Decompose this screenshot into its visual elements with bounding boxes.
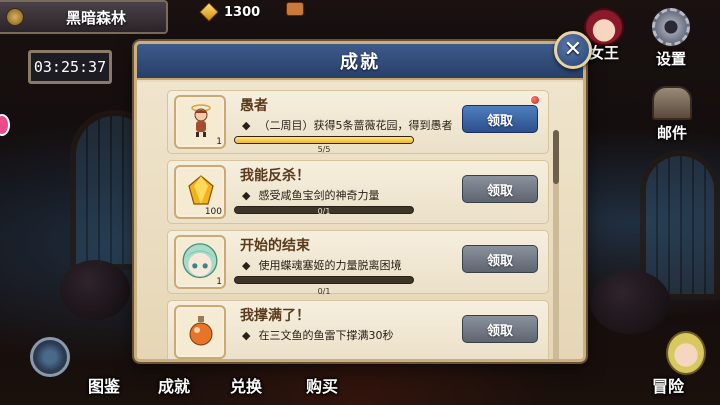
fool-character-icon xyxy=(191,104,211,137)
side-button-label: 女王 xyxy=(588,44,619,62)
gold-gem-icon xyxy=(188,175,214,205)
side-button-label: 设置 xyxy=(655,50,686,68)
achievement-title: 愚者 xyxy=(240,98,268,114)
progress-text: 0/1 xyxy=(317,287,331,296)
achievement-description-text: 感受咸鱼宝剑的神奇力量 xyxy=(258,189,380,202)
claim-button[interactable]: 领取 xyxy=(462,245,538,273)
bullet-diamond-icon: ◆ xyxy=(242,259,251,272)
side-button-mail[interactable]: 邮件 xyxy=(652,86,692,143)
nav-exchange[interactable]: 兑换 xyxy=(230,373,262,397)
close-button[interactable]: ✕ xyxy=(554,31,592,69)
location-name: 黑暗森林 xyxy=(66,8,127,27)
currency-display: 1300 xyxy=(199,0,261,24)
codex-emblem-icon xyxy=(30,337,70,377)
achievement-list[interactable]: 1 愚者 ◆（二周目）获得5条蔷薇花园，得到愚者 5/5 领取 100 我能反 xyxy=(137,82,583,359)
achievement-description-text: 在三文鱼的鱼雷下撑满30秒 xyxy=(258,329,394,342)
achievement-thumbnail: 100 xyxy=(174,165,226,219)
progress-text: 5/5 xyxy=(317,145,331,154)
reward-count: 100 xyxy=(204,207,222,217)
list-scrollbar[interactable] xyxy=(553,130,559,359)
scrollbar-thumb[interactable] xyxy=(553,130,559,184)
claim-button[interactable]: 领取 xyxy=(462,105,538,133)
nav-adventure[interactable]: 冒险 xyxy=(652,373,684,397)
achievement-thumbnail xyxy=(174,305,226,359)
claim-button[interactable]: 领取 xyxy=(462,315,538,343)
nav-codex[interactable]: 图鉴 xyxy=(88,373,120,397)
achievement-card: 100 我能反杀！ ◆ 感受咸鱼宝剑的神奇力量 0/1 领取 xyxy=(167,160,549,224)
claim-button[interactable]: 领取 xyxy=(462,175,538,203)
progress-fill xyxy=(235,137,413,143)
bottom-navigation: 图鉴 成就 兑换 购买 冒险 xyxy=(0,331,720,405)
progress-bar xyxy=(234,276,414,284)
camera-icon[interactable] xyxy=(286,2,304,16)
achievement-card: 我撑满了！ ◆ 在三文鱼的鱼雷下撑满30秒 领取 xyxy=(167,300,549,359)
achievement-thumbnail: 1 xyxy=(174,235,226,289)
nav-achievements[interactable]: 成就 xyxy=(158,373,190,397)
bullet-diamond-icon: ◆ xyxy=(242,329,251,342)
achievement-thumbnail: 1 xyxy=(174,95,226,149)
potion-bottle-icon xyxy=(189,316,213,346)
location-banner: 黑暗森林 xyxy=(0,0,168,34)
achievement-card: 1 愚者 ◆ （二周目）获得5条蔷薇花园，得到愚者 5/5 领取 xyxy=(167,90,549,154)
side-button-label: 邮件 xyxy=(656,124,687,142)
achievement-description: ◆ 感受咸鱼宝剑的神奇力量 xyxy=(242,187,379,203)
adventure-hero-icon xyxy=(666,331,706,375)
side-button-settings[interactable]: 设置 xyxy=(652,8,690,69)
gear-icon xyxy=(652,8,690,46)
achievement-title: 开始的结束 xyxy=(240,238,310,254)
close-icon: ✕ xyxy=(563,37,583,62)
countdown-timer: 03:25:37 xyxy=(28,50,112,84)
achievements-dialog: 成就 1 愚者 ◆ （二周目）获得5条蔷薇花园，得到愚者 5/5 领取 100 … xyxy=(134,41,586,362)
reward-count: 1 xyxy=(216,277,222,287)
timer-text: 03:25:37 xyxy=(33,58,107,76)
achievement-description: ◆ 在三文鱼的鱼雷下撑满30秒 xyxy=(242,327,393,343)
mailbox-icon xyxy=(652,86,692,120)
dialog-title: 成就 xyxy=(340,52,380,73)
achievement-description: ◆ （二周目）获得5条蔷薇花园，得到愚者 xyxy=(242,117,452,133)
notification-dot-icon xyxy=(530,95,540,105)
nav-shop[interactable]: 购买 xyxy=(306,373,338,397)
currency-value: 1300 xyxy=(224,4,261,20)
achievement-description: ◆ 使用蝶魂塞姬的力量脱离困境 xyxy=(242,257,401,273)
progress-text: 0/1 xyxy=(317,207,331,216)
bullet-diamond-icon: ◆ xyxy=(242,119,251,132)
achievement-title: 我撑满了！ xyxy=(240,308,310,324)
dialog-header: 成就 xyxy=(137,44,583,80)
achievement-description-text: 使用蝶魂塞姬的力量脱离困境 xyxy=(258,259,402,272)
green-hair-girl-icon xyxy=(182,243,218,279)
achievement-card: 1 开始的结束 ◆ 使用蝶魂塞姬的力量脱离困境 0/1 领取 xyxy=(167,230,549,296)
queen-crown-icon xyxy=(584,8,624,46)
achievement-description-text: （二周目）获得5条蔷薇花园，得到愚者 xyxy=(258,119,453,132)
reward-count: 1 xyxy=(216,137,222,147)
achievement-title: 我能反杀！ xyxy=(240,168,310,184)
bullet-diamond-icon: ◆ xyxy=(242,189,251,202)
progress-bar xyxy=(234,136,414,144)
map-pin-icon xyxy=(6,8,24,26)
gold-gem-icon xyxy=(199,2,219,22)
